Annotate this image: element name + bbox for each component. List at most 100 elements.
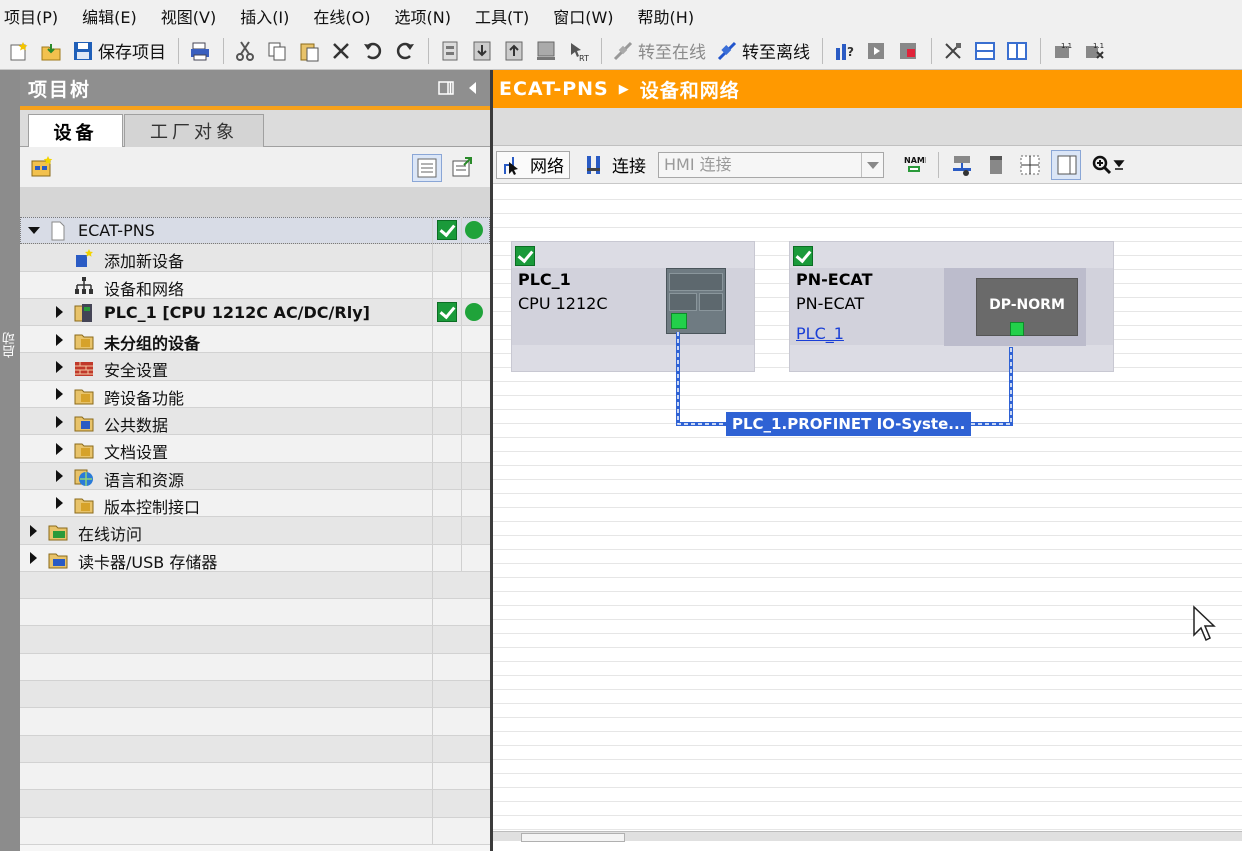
tree-row[interactable]: 文档设置 <box>20 435 490 463</box>
cut-button[interactable] <box>230 36 260 66</box>
menu-tools[interactable]: 工具(T) <box>475 4 529 28</box>
menu-insert[interactable]: 插入(I) <box>240 4 289 28</box>
redo-button[interactable] <box>390 36 420 66</box>
connection-type-select[interactable]: HMI 连接 <box>658 151 884 178</box>
menu-project[interactable]: 项目(P) <box>4 4 58 28</box>
chevron-down-icon[interactable] <box>28 227 40 234</box>
monitor-stop-button[interactable]: 1.1 <box>1079 36 1109 66</box>
dp-norm-module[interactable]: DP-NORM <box>944 268 1086 346</box>
stop-cpu-button[interactable] <box>893 36 923 66</box>
plc-device-name[interactable]: PLC_1 <box>518 270 571 289</box>
profinet-io-system-label[interactable]: PLC_1.PROFINET IO-Syste... <box>726 412 972 436</box>
tab-devices[interactable]: 设备 <box>28 114 123 148</box>
horizontal-scrollbar[interactable] <box>493 831 1242 842</box>
plc-device-type: CPU 1212C <box>518 294 608 313</box>
accessible-devices-button[interactable]: ? <box>829 36 859 66</box>
menu-edit[interactable]: 编辑(E) <box>82 4 137 28</box>
upload-button[interactable] <box>499 36 529 66</box>
overview-toggle-button[interactable] <box>412 154 442 182</box>
tree-row[interactable]: ECAT-PNS <box>20 217 490 245</box>
tree-row[interactable]: 未分组的设备 <box>20 326 490 354</box>
chevron-right-icon[interactable] <box>56 497 63 510</box>
compile-button[interactable] <box>435 36 465 66</box>
go-online-button[interactable]: 转至在线 <box>608 36 710 66</box>
cross-reference-button[interactable] <box>938 36 968 66</box>
menu-window[interactable]: 窗口(W) <box>553 4 613 28</box>
tree-row[interactable]: 读卡器/USB 存储器 <box>20 544 490 572</box>
new-project-button[interactable] <box>4 36 34 66</box>
split-horizontal-button[interactable] <box>970 36 1000 66</box>
go-offline-button[interactable]: 转至离线 <box>712 36 814 66</box>
property-panel-toggle[interactable] <box>1051 149 1081 180</box>
pn-ecat-device-name[interactable]: PN-ECAT <box>796 270 872 289</box>
assign-device-name-icon[interactable]: NAME <box>904 154 926 176</box>
copy-button[interactable] <box>262 36 292 66</box>
print-button[interactable] <box>185 36 215 66</box>
delete-button[interactable] <box>326 36 356 66</box>
page-break-icon[interactable] <box>1019 154 1041 176</box>
device-view-icon[interactable] <box>985 154 1007 176</box>
profinet-port-icon[interactable] <box>1010 322 1024 336</box>
profinet-port-icon[interactable] <box>671 313 687 329</box>
tab-plant-objects[interactable]: 工厂对象 <box>124 114 264 147</box>
zoom-in-icon[interactable] <box>1091 154 1113 176</box>
plc-device-box[interactable]: PLC_1 CPU 1212C <box>511 241 755 372</box>
collapse-panel-icon[interactable] <box>465 80 481 96</box>
column-divider <box>432 489 433 517</box>
chevron-right-icon[interactable] <box>56 470 63 483</box>
menu-online[interactable]: 在线(O) <box>313 4 370 28</box>
tree-row[interactable]: PLC_1 [CPU 1212C AC/DC/Rly] <box>20 298 490 327</box>
runtime-button[interactable]: RT <box>563 36 593 66</box>
monitor-button[interactable]: 1.1 <box>1047 36 1077 66</box>
show-address-icon[interactable] <box>951 154 973 176</box>
scrollbar-thumb[interactable] <box>521 833 625 842</box>
tree-row[interactable]: 公共数据 <box>20 408 490 436</box>
column-divider <box>432 353 433 380</box>
menu-help[interactable]: 帮助(H) <box>638 4 695 28</box>
tree-row[interactable]: 在线访问 <box>20 517 490 545</box>
network-canvas[interactable]: PLC_1 CPU 1212C PN-ECAT PN-ECAT PLC_1 DP… <box>493 186 1242 842</box>
chevron-right-icon[interactable] <box>30 524 37 537</box>
tree-row[interactable]: 添加新设备 <box>20 244 490 272</box>
io-controller-link[interactable]: PLC_1 <box>796 324 844 343</box>
plc-cpu-module-icon[interactable] <box>666 268 726 334</box>
simulation-button[interactable] <box>531 36 561 66</box>
open-project-button[interactable] <box>36 36 66 66</box>
tree-row[interactable]: 语言和资源 <box>20 462 490 490</box>
tree-empty-row <box>20 708 490 736</box>
breadcrumb-project[interactable]: ECAT-PNS <box>499 78 609 100</box>
split-vertical-button[interactable] <box>1002 36 1032 66</box>
tree-empty-row <box>20 653 490 682</box>
svg-text:RT: RT <box>579 54 589 62</box>
connections-label[interactable]: 连接 <box>612 152 646 177</box>
tree-row[interactable]: 设备和网络 <box>20 271 490 299</box>
chevron-right-icon[interactable] <box>56 442 63 455</box>
download-button[interactable] <box>467 36 497 66</box>
new-group-icon[interactable] <box>30 155 54 179</box>
connections-icon[interactable] <box>584 154 606 176</box>
pn-ecat-device-box[interactable]: PN-ECAT PN-ECAT PLC_1 DP-NORM <box>789 241 1114 372</box>
start-cpu-button[interactable] <box>861 36 891 66</box>
tree-row[interactable]: 跨设备功能 <box>20 380 490 409</box>
tree-row[interactable]: 安全设置 <box>20 353 490 381</box>
tree-row-label: 语言和资源 <box>104 470 185 490</box>
undo-button[interactable] <box>358 36 388 66</box>
chevron-down-icon[interactable] <box>861 152 883 177</box>
column-divider <box>432 735 433 762</box>
chevron-right-icon[interactable] <box>56 333 63 346</box>
chevron-right-icon[interactable] <box>56 388 63 401</box>
zoom-dropdown-icon[interactable] <box>1113 157 1125 173</box>
chevron-right-icon[interactable] <box>56 360 63 373</box>
paste-button[interactable] <box>294 36 324 66</box>
menu-options[interactable]: 选项(N) <box>395 4 451 28</box>
network-mode-button[interactable]: 网络 <box>496 150 570 179</box>
save-project-button[interactable]: 保存项目 <box>68 36 170 66</box>
pin-panel-icon[interactable] <box>438 80 454 96</box>
chevron-right-icon[interactable] <box>30 552 37 565</box>
menu-view[interactable]: 视图(V) <box>161 4 216 28</box>
chevron-right-icon[interactable] <box>56 415 63 428</box>
chevron-right-icon[interactable] <box>56 306 63 319</box>
portal-view-strip[interactable]: 启动 <box>0 70 20 851</box>
overview-icon[interactable] <box>451 155 475 179</box>
tree-row[interactable]: 版本控制接口 <box>20 489 490 518</box>
